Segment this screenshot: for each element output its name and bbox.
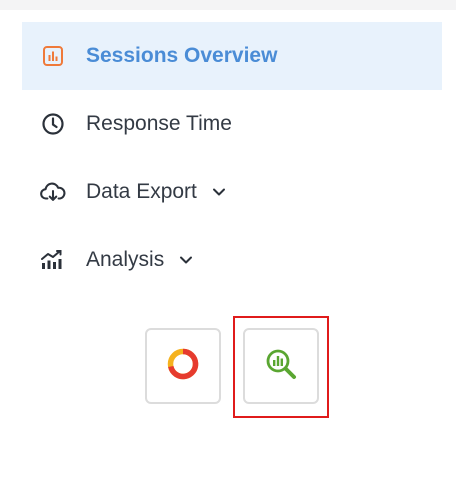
- clock-icon: [40, 111, 66, 137]
- nav-item-response-time[interactable]: Response Time: [22, 90, 442, 158]
- sidebar-nav: Sessions Overview Response Time Data Exp…: [22, 22, 442, 294]
- nav-item-label: Data Export: [86, 180, 197, 203]
- nav-item-data-export[interactable]: Data Export: [22, 158, 442, 226]
- bar-chart-icon: [40, 43, 66, 69]
- ring-tool-button[interactable]: [145, 328, 221, 404]
- search-chart-icon: [264, 347, 298, 386]
- tool-buttons: [145, 328, 319, 404]
- ring-icon: [166, 347, 200, 386]
- nav-item-sessions-overview[interactable]: Sessions Overview: [22, 22, 442, 90]
- top-strip: [0, 0, 456, 10]
- chevron-down-icon[interactable]: [211, 184, 227, 200]
- search-chart-tool-button[interactable]: [243, 328, 319, 404]
- analytics-icon: [40, 247, 66, 273]
- nav-item-label: Analysis: [86, 248, 165, 271]
- cloud-download-icon: [40, 179, 66, 205]
- chevron-down-icon[interactable]: [178, 252, 194, 268]
- nav-item-label: Sessions Overview: [86, 44, 278, 67]
- nav-item-analysis[interactable]: Analysis: [22, 226, 442, 294]
- nav-item-label: Response Time: [86, 112, 232, 135]
